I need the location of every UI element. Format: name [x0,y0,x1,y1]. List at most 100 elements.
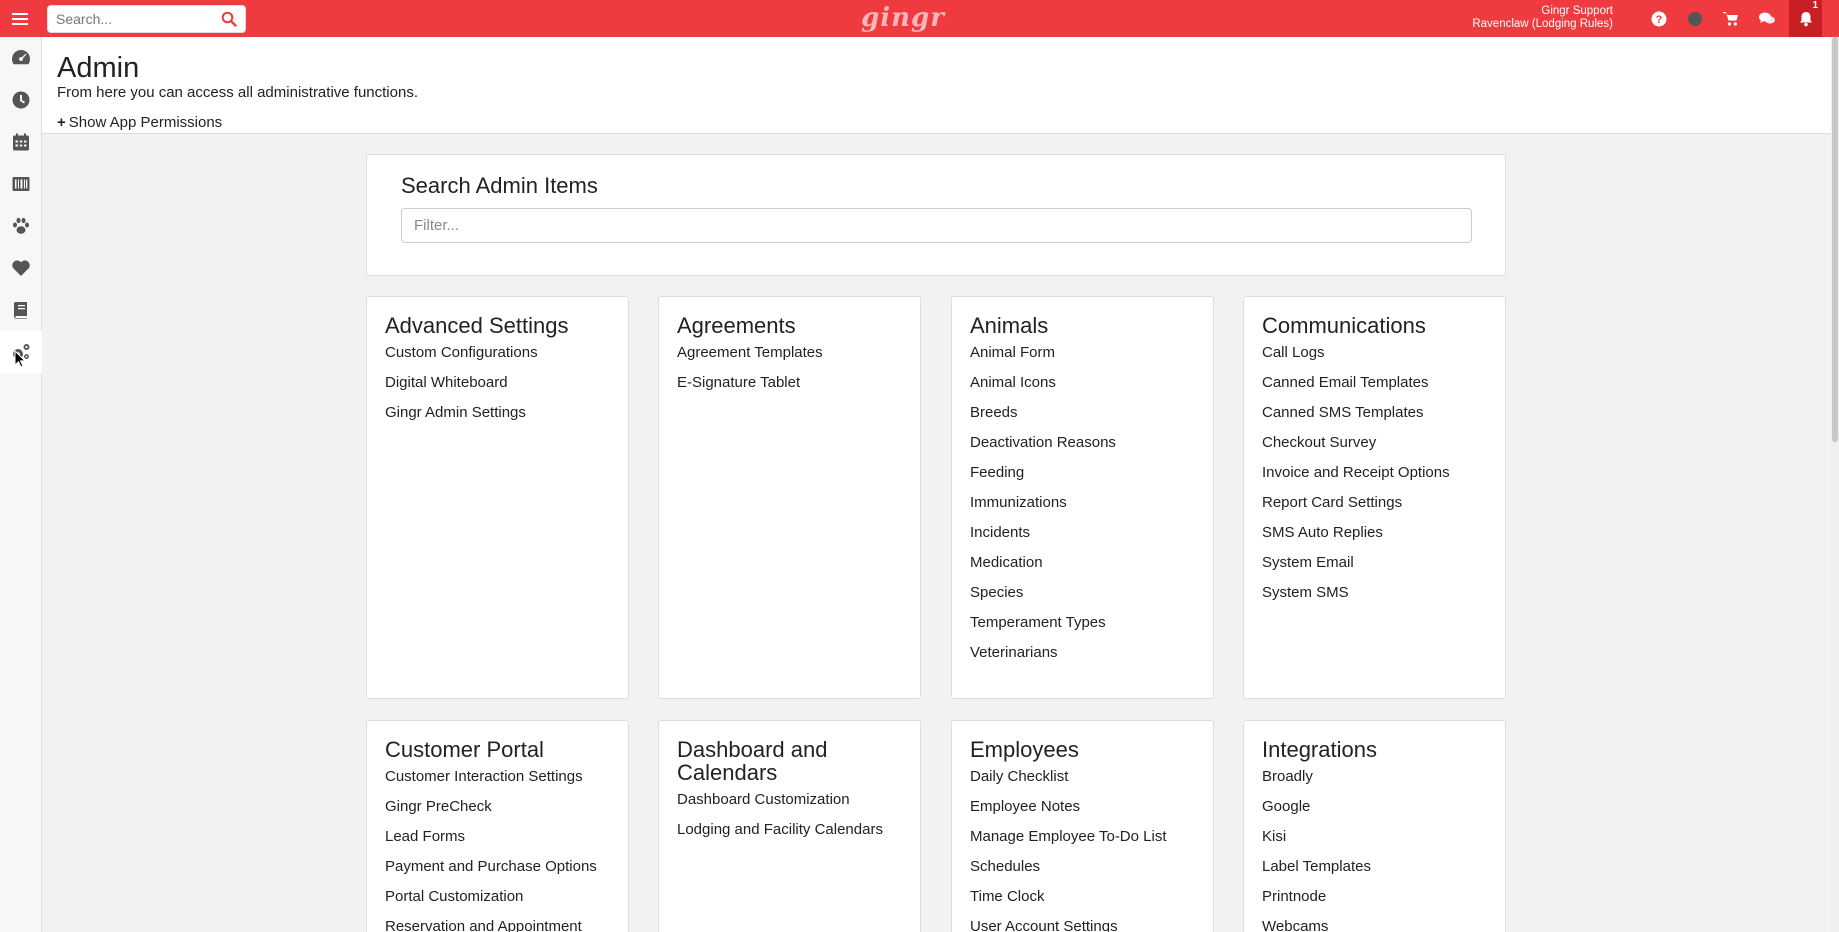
card-title: Customer Portal [385,737,544,762]
card-advanced-settings: Advanced Settings Custom Configurations … [366,296,629,699]
card-customer-portal: Customer Portal Customer Interaction Set… [366,720,629,932]
mouse-cursor-icon [14,350,26,368]
admin-link[interactable]: Broadly [1262,766,1505,796]
search-admin-panel: Search Admin Items [366,154,1506,276]
show-app-permissions-label: Show App Permissions [68,114,223,131]
sidebar-item-timeline[interactable] [0,79,42,121]
global-search [47,4,246,33]
chat-icon[interactable] [1749,0,1785,37]
topbar-icons: ? 1 [1641,0,1839,37]
admin-link[interactable]: Canned SMS Templates [1262,402,1505,432]
heart-icon [12,260,30,276]
page-title: Admin [57,52,140,84]
card-title: Integrations [1262,737,1377,762]
card-agreements: Agreements Agreement Templates E-Signatu… [658,296,921,699]
sidebar-item-barcode[interactable] [0,163,42,205]
sidebar-item-reports[interactable] [0,289,42,331]
admin-link[interactable]: Gingr PreCheck [385,796,628,826]
status-indicator-icon[interactable] [1677,0,1713,37]
card-title: Agreements [677,313,796,338]
admin-link[interactable]: Daily Checklist [970,766,1213,796]
card-title: Employees [970,737,1079,762]
card-communications: Communications Call Logs Canned Email Te… [1243,296,1506,699]
admin-link[interactable]: Custom Configurations [385,342,628,372]
user-location-info[interactable]: Gingr Support Ravenclaw (Lodging Rules) [1472,5,1613,31]
sidebar-item-favorites[interactable] [0,247,42,289]
gingr-logo[interactable]: gingr [861,2,944,34]
left-sidebar [0,37,42,932]
admin-link[interactable]: Deactivation Reasons [970,432,1213,462]
admin-link[interactable]: Time Clock [970,886,1213,916]
admin-link[interactable]: Payment and Purchase Options [385,856,628,886]
sidebar-item-dashboard[interactable] [0,37,42,79]
user-name: Gingr Support [1541,5,1613,17]
admin-link[interactable]: Customer Interaction Settings [385,766,628,796]
admin-link[interactable]: Webcams [1262,916,1505,932]
search-admin-title: Search Admin Items [401,173,598,198]
paw-icon [13,217,29,234]
card-animals: Animals Animal Form Animal Icons Breeds … [951,296,1214,699]
card-title: Advanced Settings [385,313,569,338]
sidebar-item-calendar[interactable] [0,121,42,163]
admin-link[interactable]: Reservation and Appointment [385,916,628,932]
book-icon [13,302,27,319]
admin-link[interactable]: Employee Notes [970,796,1213,826]
page-description: From here you can access all administrat… [57,84,418,101]
admin-link[interactable]: Medication [970,552,1213,582]
admin-link[interactable]: Kisi [1262,826,1505,856]
admin-link[interactable]: Species [970,582,1213,612]
admin-link[interactable]: Veterinarians [970,642,1213,672]
admin-filter-input[interactable] [401,208,1472,243]
clock-icon [12,91,30,109]
admin-link[interactable]: Checkout Survey [1262,432,1505,462]
admin-link[interactable]: Lodging and Facility Calendars [677,819,920,849]
plus-icon: + [57,114,66,131]
admin-link[interactable]: Label Templates [1262,856,1505,886]
admin-link[interactable]: Portal Customization [385,886,628,916]
admin-link[interactable]: Digital Whiteboard [385,372,628,402]
admin-link[interactable]: Report Card Settings [1262,492,1505,522]
help-icon[interactable]: ? [1641,0,1677,37]
admin-link[interactable]: User Account Settings [970,916,1213,932]
admin-link[interactable]: Printnode [1262,886,1505,916]
hamburger-menu-icon[interactable] [0,0,40,37]
search-icon[interactable] [221,11,237,27]
location-name: Ravenclaw (Lodging Rules) [1472,18,1613,30]
notification-count-badge: 1 [1812,0,1818,11]
global-search-input[interactable] [56,10,221,27]
admin-link[interactable]: SMS Auto Replies [1262,522,1505,552]
admin-link[interactable]: Lead Forms [385,826,628,856]
show-app-permissions-link[interactable]: + Show App Permissions [57,114,222,131]
admin-link[interactable]: Canned Email Templates [1262,372,1505,402]
admin-link[interactable]: System SMS [1262,582,1505,612]
sidebar-item-animals[interactable] [0,205,42,247]
dashboard-gauge-icon [12,50,31,65]
cart-icon[interactable] [1713,0,1749,37]
admin-link[interactable]: Agreement Templates [677,342,920,372]
admin-link[interactable]: Incidents [970,522,1213,552]
admin-link[interactable]: Manage Employee To-Do List [970,826,1213,856]
admin-link[interactable]: Animal Icons [970,372,1213,402]
admin-link[interactable]: Gingr Admin Settings [385,402,628,432]
notifications-button[interactable]: 1 [1789,0,1822,37]
admin-link[interactable]: System Email [1262,552,1505,582]
admin-link[interactable]: Temperament Types [970,612,1213,642]
card-integrations: Integrations Broadly Google Kisi Label T… [1243,720,1506,932]
bell-icon [1799,11,1812,26]
scrollbar-thumb[interactable] [1832,37,1838,442]
page-header: Admin From here you can access all admin… [42,37,1831,134]
card-employees: Employees Daily Checklist Employee Notes… [951,720,1214,932]
admin-link[interactable]: Animal Form [970,342,1213,372]
admin-link[interactable]: Dashboard Customization [677,789,920,819]
card-title: Communications [1262,313,1426,338]
svg-text:?: ? [1656,14,1663,26]
admin-link[interactable]: E-Signature Tablet [677,372,920,402]
admin-link[interactable]: Invoice and Receipt Options [1262,462,1505,492]
admin-link[interactable]: Breeds [970,402,1213,432]
admin-link[interactable]: Feeding [970,462,1213,492]
admin-link[interactable]: Schedules [970,856,1213,886]
admin-link[interactable]: Call Logs [1262,342,1505,372]
admin-link[interactable]: Immunizations [970,492,1213,522]
card-title: Dashboard and Calendars [677,738,920,784]
admin-link[interactable]: Google [1262,796,1505,826]
